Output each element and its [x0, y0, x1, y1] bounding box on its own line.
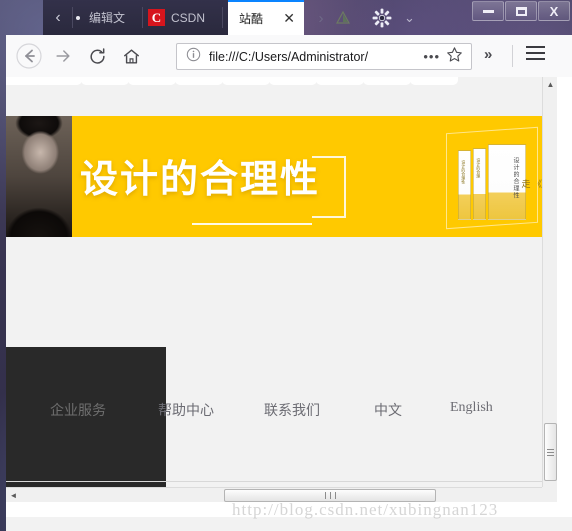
book-spine-text: 设计的合理性: [461, 160, 467, 184]
pill-item[interactable]: [222, 77, 270, 85]
csdn-logo-icon: C: [148, 9, 165, 26]
horizontal-scroll-thumb[interactable]: [224, 489, 436, 502]
menu-line: [526, 46, 545, 48]
info-circle-icon[interactable]: [186, 47, 201, 67]
web-page: 设计的合理性 设计的合理性 设计的合理 设计的合理性 走 《设 企业服务 帮助中…: [6, 77, 557, 502]
banner-person-photo: [6, 116, 72, 237]
tab-divider: [222, 7, 223, 28]
status-strip: [6, 517, 572, 531]
browser-window: ‹ 编辑文 C CSDN 站酷 ✕ › ⌄ X file:///C:/Users…: [0, 0, 572, 531]
pill-item[interactable]: [34, 77, 82, 85]
footer-link-enterprise-service[interactable]: 企业服务: [50, 400, 106, 420]
scrollbar-corner: [542, 487, 557, 502]
menu-line: [526, 58, 545, 60]
page-body: 企业服务 帮助中心 联系我们 中文 English 市公安局朝阳分局备案编号:1…: [6, 237, 557, 502]
close-icon[interactable]: ✕: [283, 11, 295, 25]
tab-zcool-active[interactable]: 站酷 ✕: [228, 0, 304, 35]
navigation-toolbar: file:///C:/Users/Administrator/ ••• »: [6, 35, 572, 77]
pill-item[interactable]: [81, 77, 129, 85]
footer-divider: [6, 481, 557, 482]
pill-item[interactable]: [175, 77, 223, 85]
tabstrip-scroll-right-icon[interactable]: ›: [312, 7, 330, 29]
page-actions-icon[interactable]: •••: [423, 49, 440, 64]
pill-item[interactable]: [269, 77, 317, 85]
maximize-button[interactable]: [505, 1, 537, 21]
tab-label: 站酷: [239, 12, 264, 26]
book-spine-text: 设计的合理: [476, 158, 482, 178]
banner-title: 设计的合理性: [80, 156, 321, 201]
book-cover: 设计的合理性: [488, 144, 526, 220]
content-viewport: 设计的合理性 设计的合理性 设计的合理 设计的合理性 走 《设 企业服务 帮助中…: [6, 77, 572, 517]
footer-link-chinese[interactable]: 中文: [374, 400, 402, 420]
address-bar[interactable]: file:///C:/Users/Administrator/ •••: [176, 43, 472, 70]
book-spine: 设计的合理: [473, 148, 486, 220]
pill-item[interactable]: [410, 77, 458, 85]
book-cover-text: 设计的合理性: [512, 157, 518, 199]
page-top-pill-row: [6, 77, 557, 85]
back-button[interactable]: [12, 39, 46, 73]
toolbar-separator: [512, 45, 513, 67]
minimize-glyph: [482, 9, 494, 13]
vertical-scrollbar[interactable]: ▲ ▼: [542, 77, 557, 502]
tab-editor[interactable]: 编辑文: [76, 0, 136, 35]
titlebar[interactable]: ‹ 编辑文 C CSDN 站酷 ✕ › ⌄ X: [0, 0, 572, 35]
close-button[interactable]: X: [538, 1, 570, 21]
book-spine: 设计的合理性: [458, 150, 471, 220]
vertical-scroll-thumb[interactable]: [544, 423, 557, 481]
close-glyph: X: [549, 3, 559, 19]
tab-label: 编辑文: [89, 11, 126, 25]
gear-icon[interactable]: [372, 8, 392, 28]
footer-navigation: 企业服务 帮助中心 联系我们 中文 English: [6, 400, 557, 426]
banner-underline-decoration: [192, 223, 312, 225]
tab-csdn[interactable]: C CSDN: [148, 0, 216, 35]
url-text[interactable]: file:///C:/Users/Administrator/: [209, 50, 423, 64]
scroll-left-arrow-icon[interactable]: ◄: [6, 488, 21, 502]
menu-button[interactable]: [526, 46, 545, 64]
forward-button[interactable]: [46, 39, 80, 73]
scroll-grip-icon: [323, 492, 338, 499]
pill-item[interactable]: [316, 77, 364, 85]
maximize-glyph: [515, 6, 527, 16]
hero-banner[interactable]: 设计的合理性 设计的合理性 设计的合理 设计的合理性 走 《设: [6, 116, 557, 237]
dot-icon: [76, 15, 80, 20]
footer-link-help-center[interactable]: 帮助中心: [158, 400, 214, 420]
scroll-up-arrow-icon[interactable]: ▲: [543, 77, 557, 92]
scroll-grip-icon: [547, 447, 554, 458]
window-controls: X: [471, 1, 570, 21]
triangle-icon[interactable]: [335, 10, 351, 25]
footer-link-contact-us[interactable]: 联系我们: [264, 400, 320, 420]
tab-divider: [72, 7, 73, 28]
home-button[interactable]: [114, 39, 148, 73]
overflow-chevrons-icon[interactable]: »: [484, 46, 492, 63]
tabstrip-scroll-left-icon[interactable]: ‹: [46, 7, 70, 29]
tab-label: CSDN: [171, 10, 206, 25]
pill-item[interactable]: [363, 77, 411, 85]
menu-line: [526, 52, 545, 54]
minimize-button[interactable]: [472, 1, 504, 21]
pill-item[interactable]: [128, 77, 176, 85]
banner-bracket-decoration: [312, 156, 346, 218]
tab-divider: [142, 7, 143, 28]
horizontal-scrollbar[interactable]: ◄ ►: [6, 487, 557, 502]
reload-button[interactable]: [80, 39, 114, 73]
bookmark-star-icon[interactable]: [446, 46, 463, 68]
footer-link-english[interactable]: English: [450, 400, 493, 416]
chevron-down-icon[interactable]: ⌄: [404, 10, 415, 26]
